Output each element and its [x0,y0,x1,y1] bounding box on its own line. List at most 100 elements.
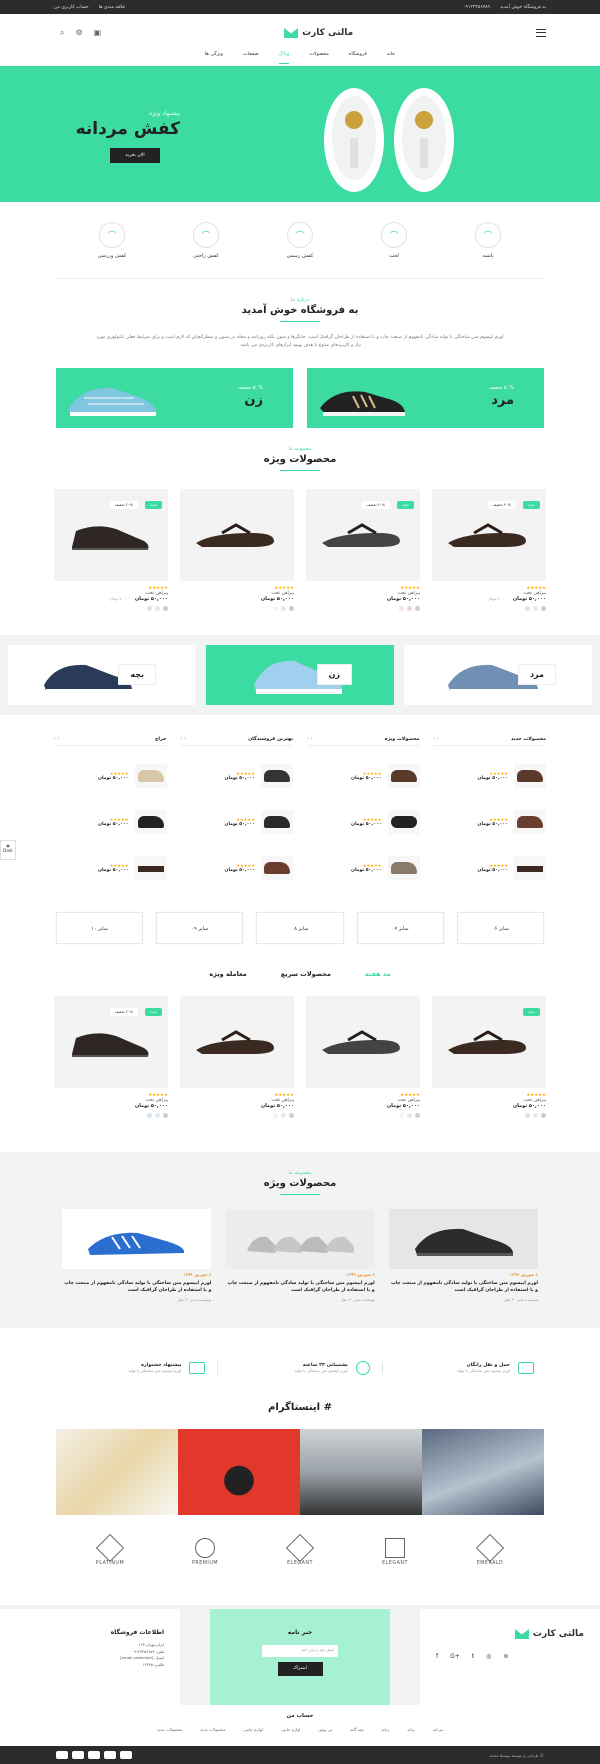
sandal-image [448,1030,526,1054]
size-07[interactable]: سایز ۰۷ [356,912,444,944]
list-item[interactable]: ★★★★★ ۵۰,۰۰۰ تومان [181,760,293,792]
account-link[interactable]: لوازم جانبی [244,1727,263,1732]
size-08[interactable]: سایز ۰۸ [256,912,344,944]
cart-icon[interactable]: ▣ [94,28,102,38]
color-swatches[interactable] [180,1113,294,1118]
list-item[interactable]: ★★★★★ ۵۰,۰۰۰ تومان [434,806,546,838]
color-swatches[interactable] [306,1113,420,1118]
product-card[interactable]: ★★★★★ پیراهن تخت ۵۰,۰۰۰ تومان [180,996,294,1118]
account-link[interactable]: محصولات جدید [200,1727,225,1732]
color-swatches[interactable] [54,1113,168,1118]
category-sport[interactable]: ⌒ کفش ورزشی [78,222,146,278]
account-link[interactable]: تی پوش [318,1727,332,1732]
color-swatches[interactable] [306,606,420,611]
hero-buy-button[interactable]: الان بخرید [110,148,160,163]
brand-logo[interactable]: EMERALD [460,1533,520,1578]
big-category-kids[interactable]: بچه [8,645,196,705]
instagram-icon[interactable]: ◎ [486,1653,491,1660]
insta-photo-4[interactable] [56,1429,178,1515]
heel-icon: ⌒ [475,222,501,248]
search-icon[interactable]: ⌕ [60,28,64,38]
subscribe-button[interactable]: اشتراک [277,1662,323,1676]
blue-sneaker-image [88,1232,185,1255]
settings-icon[interactable]: ⚙ [75,28,82,38]
list-item[interactable]: ★★★★★ ۵۰,۰۰۰ تومان [181,806,293,838]
nav-blog[interactable]: وبلاگ [278,52,290,64]
account-link[interactable]: محصولات جدید [157,1727,182,1732]
list-arrows[interactable]: ‹ › [54,737,59,742]
brand-logo[interactable]: PLATINUM [80,1533,140,1578]
footer-logo[interactable]: مالتی کارت [436,1629,584,1639]
account-link[interactable]: زنانه [407,1727,415,1732]
tab-fast[interactable]: محصولات سریع [281,970,331,978]
brand-logo[interactable]: ELEGANT [270,1533,330,1578]
big-category-women[interactable]: زن [206,645,394,705]
account-link[interactable]: لوازم جانبی [281,1727,300,1732]
list-item[interactable]: ★★★★★ ۵۰,۰۰۰ تومان [434,760,546,792]
wishlist-link[interactable]: علاقه مندی ها [99,5,126,10]
product-card[interactable]: ★★★★★ پیراهن تخت ۵۰,۰۰۰ تومان [180,489,294,611]
product-card[interactable]: ★★★★★ پیراهن تخت ۵۰,۰۰۰ تومان [306,996,420,1118]
tab-deal[interactable]: معامله ویژه [209,970,246,978]
blog-post[interactable]: ۸ شهریور ۱۳۹۹ لورم ایپسوم متن ساختگی با … [225,1209,375,1302]
category-comfort[interactable]: ⌒ کفش راحتی [172,222,240,278]
color-swatches[interactable] [180,606,294,611]
product-card[interactable]: جدید ۲۰% تخفیف ★★★★★ پیراهن تخت ۵۰,۰۰۰ تو… [432,489,546,611]
account-link[interactable]: حساب کاربری من [54,5,89,10]
list-arrows[interactable]: ‹ › [181,737,186,742]
product-card[interactable]: جدید ★★★★★ پیراهن تخت ۵۰,۰۰۰ تومان [432,996,546,1118]
product-card[interactable]: جدید ۲۰% تخفیف ★★★★★ پیراهن تخت ۵۰,۰۰۰ تو… [306,489,420,611]
dark-mode-toggle[interactable]: ◉ Dark [0,840,16,860]
color-swatches[interactable] [54,606,168,611]
brand-logo[interactable]: PREMIUM [175,1538,235,1578]
list-item[interactable]: ★★★★★ ۵۰,۰۰۰ تومان [307,852,420,884]
google-plus-icon[interactable]: G+ [450,1653,460,1660]
product-card[interactable]: جدید ۲۰% تخفیف ★★★★★ پیراهن تخت ۵۰,۰۰۰ تو… [54,489,168,611]
list-arrows[interactable]: ‹ › [307,737,312,742]
list-item[interactable]: ★★★★★ ۵۰,۰۰۰ تومان [181,852,293,884]
size-10[interactable]: سایز ۱۰ [55,912,144,944]
insta-photo-2[interactable] [300,1429,422,1515]
brand-logo[interactable]: ELEGANT [365,1538,425,1578]
post-title[interactable]: لورم ایپسوم متن ساختگی با تولید سادگی نا… [389,1280,538,1294]
newsletter-email-input[interactable]: ایمیل خود را وارد کنید [262,1645,338,1657]
size-09[interactable]: سایز ۰۹ [156,912,244,944]
insta-photo-3[interactable] [178,1429,300,1515]
banner-women[interactable]: ۵۰% تخفیف زن [56,368,293,428]
product-card[interactable]: جدید ۲۰% تخفیف ★★★★★ پیراهن تخت ۵۰,۰۰۰ تو… [54,996,168,1118]
nav-pages[interactable]: صفحات [243,52,259,64]
nav-shop[interactable]: فروشگاه [349,52,367,64]
post-title[interactable]: لورم ایپسوم متن ساختگی با تولید سادگی نا… [225,1280,375,1294]
menu-icon[interactable] [536,29,546,37]
nav-products[interactable]: محصولات [309,52,329,64]
nav-home[interactable]: خانه [387,52,395,64]
big-category-men[interactable]: مرد [404,645,592,705]
facebook-icon[interactable]: f [436,1653,438,1660]
list-item[interactable]: ★★★★★ ۵۰,۰۰۰ تومان [54,806,167,838]
size-06[interactable]: سایز ۰۶ [456,912,544,944]
color-swatches[interactable] [432,606,546,611]
twitter-icon[interactable]: t [472,1653,474,1660]
blog-post[interactable]: ۸ شهریور ۱۳۹۹ لورم ایپسوم متن ساختگی با … [62,1209,212,1302]
rss-icon[interactable]: ≋ [503,1653,508,1660]
list-item[interactable]: ★★★★★ ۵۰,۰۰۰ تومان [307,806,420,838]
list-item[interactable]: ★★★★★ ۵۰,۰۰۰ تومان [307,760,420,792]
account-link[interactable]: بچه گانه [350,1727,364,1732]
account-link[interactable]: مردانه [433,1727,444,1732]
list-item[interactable]: ★★★★★ ۵۰,۰۰۰ تومان [54,852,167,884]
nav-features[interactable]: ویژگی ها [205,52,223,64]
insta-photo-1[interactable] [422,1429,544,1515]
blog-post[interactable]: ۸ شهریور ۱۳۹۹ لورم ایپسوم متن ساختگی با … [388,1209,538,1302]
color-swatches[interactable] [432,1113,546,1118]
list-arrows[interactable]: ‹ › [434,737,439,742]
list-item[interactable]: ★★★★★ ۵۰,۰۰۰ تومان [434,852,546,884]
account-link[interactable]: زنانه [382,1727,390,1732]
logo[interactable]: مالتی کارت [284,28,353,38]
post-title[interactable]: لورم ایپسوم متن ساختگی با تولید سادگی نا… [62,1280,211,1294]
tab-weekly[interactable]: مد هفته [365,970,391,978]
list-item[interactable]: ★★★★★ ۵۰,۰۰۰ تومان [54,760,167,792]
category-heel[interactable]: ⌒ پاشنه [454,222,522,278]
banner-men[interactable]: ۵۰% تخفیف مرد [307,368,544,428]
category-flat[interactable]: ⌒ لخت [360,222,428,278]
category-formal[interactable]: ⌒ کفش رسمی [266,222,334,278]
